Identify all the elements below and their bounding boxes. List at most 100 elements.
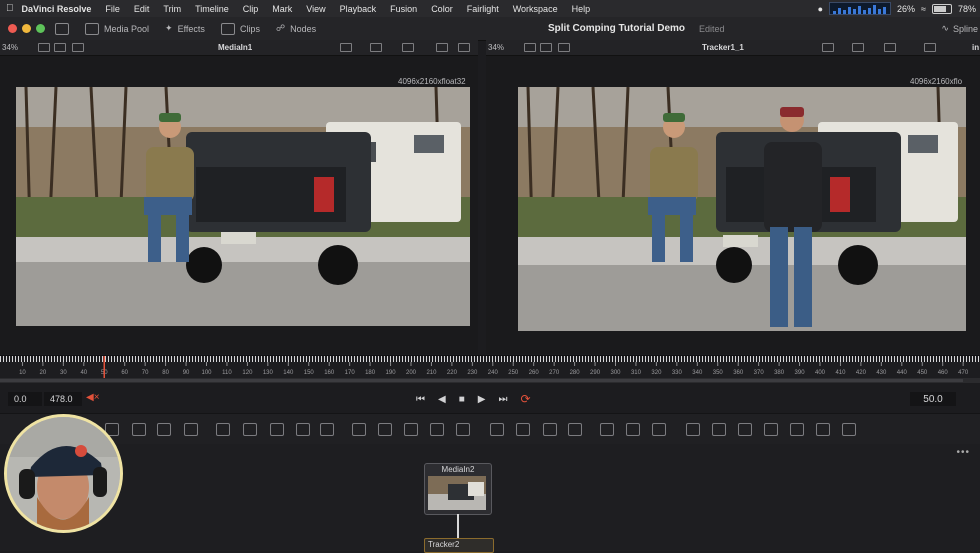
layout-icon[interactable] xyxy=(55,22,69,35)
ruler-label: 240 xyxy=(488,370,499,376)
node-mediain2[interactable]: MediaIn2 xyxy=(424,463,492,515)
particle-tool-icon[interactable] xyxy=(216,423,230,436)
viewer-roi-icon[interactable] xyxy=(72,43,84,52)
resize-tool-icon[interactable] xyxy=(456,423,470,436)
mute-icon[interactable]: ◀× xyxy=(86,392,100,403)
viewer-safe-icon[interactable] xyxy=(436,43,448,52)
rectangle-mask-icon[interactable] xyxy=(490,423,504,436)
camera3d-tool-icon[interactable] xyxy=(738,423,752,436)
viewer-color-icon[interactable] xyxy=(370,43,382,52)
ruler-label: 70 xyxy=(142,370,149,376)
close-window-button[interactable] xyxy=(8,24,17,33)
effects-icon: ✦ xyxy=(165,23,173,33)
matte-control-icon[interactable] xyxy=(404,423,418,436)
scene-tool-icon[interactable] xyxy=(842,423,856,436)
ruler-label: 160 xyxy=(324,370,335,376)
viewer-lut-icon[interactable] xyxy=(822,43,834,52)
channel-boolean-icon[interactable] xyxy=(378,423,392,436)
merge-tool-icon[interactable] xyxy=(352,423,366,436)
viewer-grid-icon[interactable] xyxy=(884,43,896,52)
time-ruler[interactable]: 1020304050607080901001101201301401501601… xyxy=(0,355,980,378)
spline-button[interactable]: ∿ Spline xyxy=(941,17,978,40)
apple-icon[interactable]:  xyxy=(6,3,14,14)
menu-trim[interactable]: Trim xyxy=(163,4,181,14)
ruler-label: 440 xyxy=(897,370,908,376)
clips-button[interactable]: Clips xyxy=(220,22,260,35)
text-tool-icon[interactable] xyxy=(157,423,171,436)
viewer-right-zoom[interactable]: 34% xyxy=(488,43,504,52)
ruler-label: 400 xyxy=(815,370,826,376)
viewer-split-icon[interactable] xyxy=(540,43,552,52)
menu-clip[interactable]: Clip xyxy=(243,4,259,14)
menu-playback[interactable]: Playback xyxy=(340,4,377,14)
go-to-start-icon[interactable]: ⏮ xyxy=(416,394,425,405)
timeline-scrollbar[interactable] xyxy=(0,378,980,383)
color-correct-icon[interactable] xyxy=(270,423,284,436)
menu-fairlight[interactable]: Fairlight xyxy=(467,4,499,14)
viewer-left-zoom[interactable]: 34% xyxy=(2,43,18,52)
app-menu[interactable]: DaVinci Resolve xyxy=(22,4,92,14)
menu-file[interactable]: File xyxy=(105,4,120,14)
viewer-safe-icon[interactable] xyxy=(924,43,936,52)
stop-icon[interactable]: ■ xyxy=(459,394,465,405)
menu-help[interactable]: Help xyxy=(572,4,591,14)
ruler-label: 230 xyxy=(467,370,478,376)
ruler-label: 220 xyxy=(447,370,458,376)
viewer-color-icon[interactable] xyxy=(852,43,864,52)
render-end-field[interactable]: 478.0 xyxy=(44,392,82,406)
menu-color[interactable]: Color xyxy=(431,4,453,14)
brush-tool-icon[interactable] xyxy=(184,423,198,436)
viewer-options-icon[interactable] xyxy=(524,43,536,52)
viewer-grid-icon[interactable] xyxy=(402,43,414,52)
current-frame-field[interactable]: 50.0 xyxy=(910,392,956,406)
minimize-window-button[interactable] xyxy=(22,24,31,33)
warp-tool-icon[interactable] xyxy=(652,423,666,436)
render-start-field[interactable]: 0.0 xyxy=(8,392,42,406)
go-to-end-icon[interactable]: ⏭ xyxy=(498,394,507,405)
renderer3d-tool-icon[interactable] xyxy=(790,423,804,436)
tracker-tool-icon[interactable] xyxy=(600,423,614,436)
drop-tool-icon[interactable] xyxy=(320,423,334,436)
viewer-left-title: MediaIn1 xyxy=(218,43,253,52)
menu-timeline[interactable]: Timeline xyxy=(195,4,229,14)
material-tool-icon[interactable] xyxy=(816,423,830,436)
transform-tool-icon[interactable] xyxy=(430,423,444,436)
effects-button[interactable]: ✦ Effects xyxy=(165,23,205,34)
viewer-more-icon[interactable] xyxy=(458,43,470,52)
menu-fusion[interactable]: Fusion xyxy=(390,4,417,14)
menu-view[interactable]: View xyxy=(306,4,325,14)
light3d-tool-icon[interactable] xyxy=(764,423,778,436)
ruler-label: 200 xyxy=(406,370,417,376)
ruler-label: 150 xyxy=(304,370,315,376)
shape3d-tool-icon[interactable] xyxy=(686,423,700,436)
viewer-roi-icon[interactable] xyxy=(558,43,570,52)
viewer-lut-icon[interactable] xyxy=(340,43,352,52)
menu-workspace[interactable]: Workspace xyxy=(513,4,558,14)
spline-label: Spline xyxy=(952,23,978,34)
ellipse-mask-icon[interactable] xyxy=(516,423,530,436)
paint-tool-icon[interactable] xyxy=(132,423,146,436)
loop-icon[interactable]: ⟳ xyxy=(520,392,530,406)
brightness-tool-icon[interactable] xyxy=(296,423,310,436)
viewer-split-icon[interactable] xyxy=(54,43,66,52)
viewer-right-image xyxy=(518,87,966,331)
zoom-window-button[interactable] xyxy=(36,24,45,33)
ruler-label: 10 xyxy=(19,370,26,376)
effects-label: Effects xyxy=(177,23,205,34)
polygon-mask-icon[interactable] xyxy=(543,423,557,436)
play-icon[interactable]: ▶ xyxy=(478,394,486,405)
merge3d-tool-icon[interactable] xyxy=(712,423,726,436)
media-pool-button[interactable]: Media Pool xyxy=(85,22,150,35)
planar-tracker-icon[interactable] xyxy=(626,423,640,436)
nodes-button[interactable]: ☍ Nodes xyxy=(276,23,316,34)
scrollbar-thumb[interactable] xyxy=(0,379,963,382)
viewer-options-icon[interactable] xyxy=(38,43,50,52)
cpu-percent: 26% xyxy=(897,3,916,14)
play-reverse-icon[interactable]: ◀ xyxy=(438,394,446,405)
blur-tool-icon[interactable] xyxy=(243,423,257,436)
menu-edit[interactable]: Edit xyxy=(134,4,150,14)
menu-mark[interactable]: Mark xyxy=(272,4,292,14)
media-pool-label: Media Pool xyxy=(104,23,150,34)
bspline-mask-icon[interactable] xyxy=(568,423,582,436)
node-editor-more-icon[interactable]: ••• xyxy=(956,447,970,458)
